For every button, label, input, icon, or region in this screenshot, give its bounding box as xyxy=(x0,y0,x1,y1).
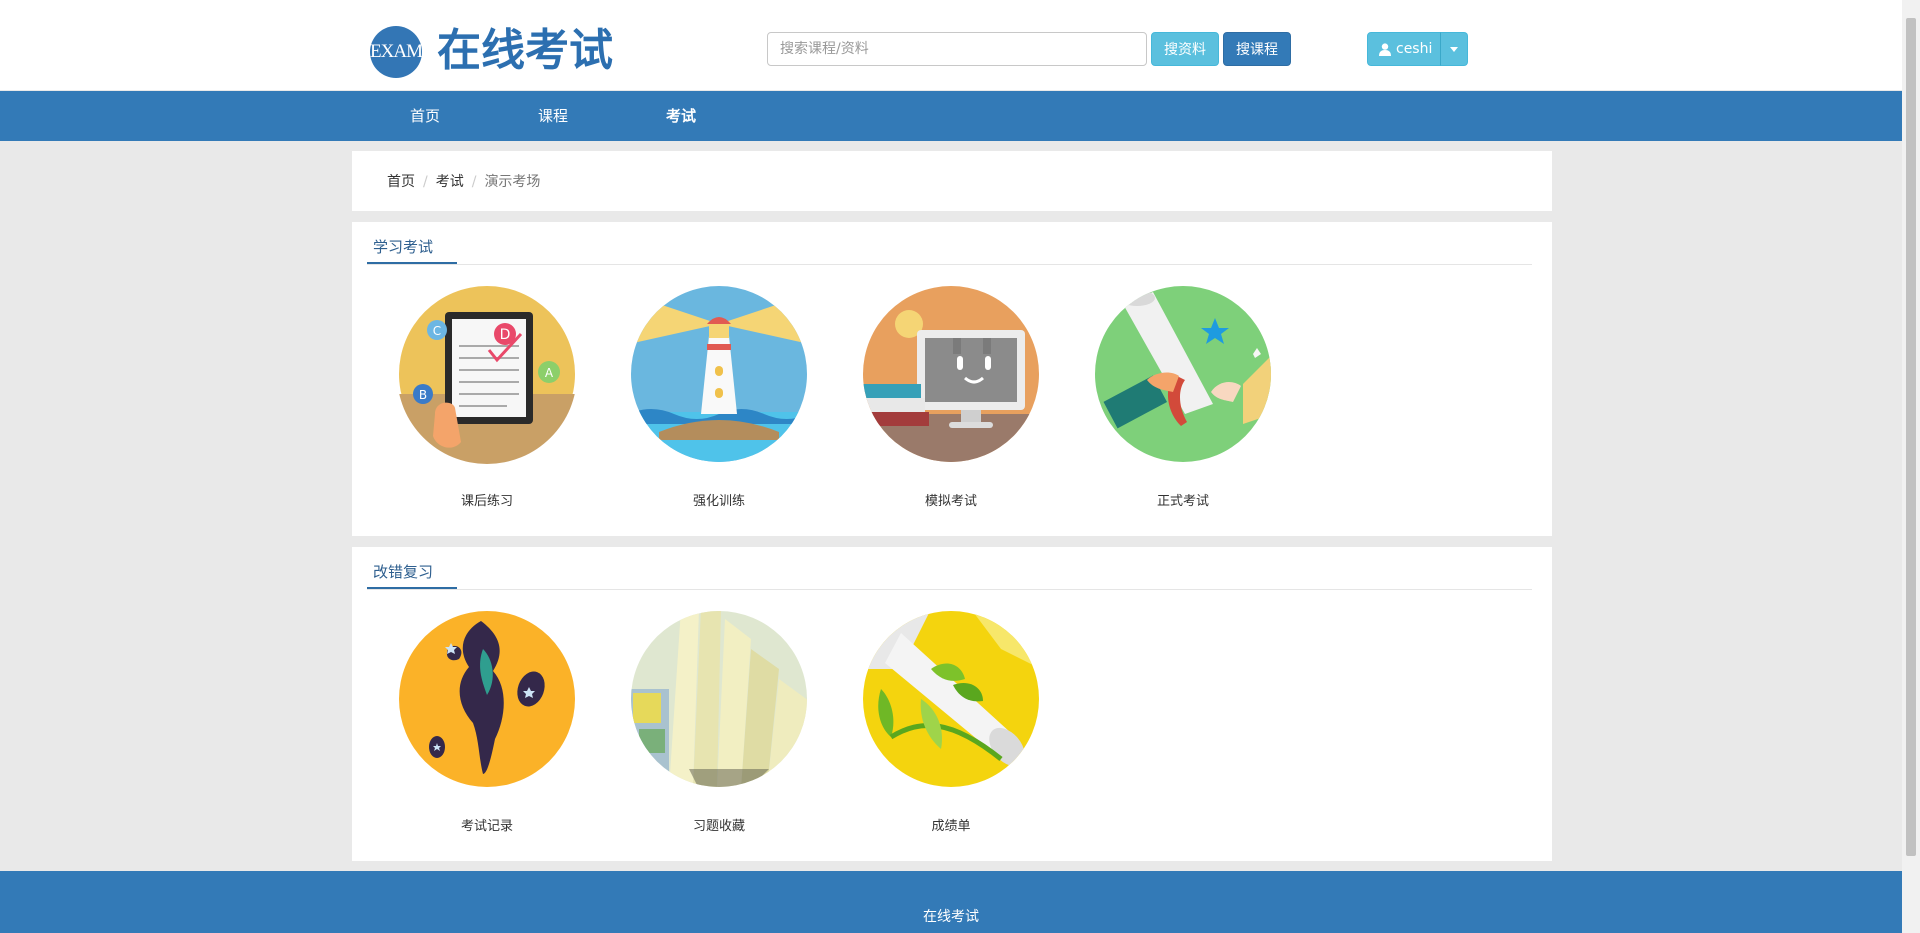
section-review: 改错复习 考试记录 习题收藏 成绩单 xyxy=(352,547,1552,861)
logo-icon[interactable]: EXAM xyxy=(370,26,423,78)
search-course-label: 搜课程 xyxy=(1236,42,1278,58)
card-label: 课后练习 xyxy=(460,494,513,509)
card-mock-exam[interactable]: 模拟考试 xyxy=(835,284,1067,509)
lighthouse-icon xyxy=(631,286,807,462)
breadcrumb: 首页 / 考试 / 演示考场 xyxy=(387,171,540,191)
breadcrumb-home[interactable]: 首页 xyxy=(387,174,415,190)
card-label: 习题收藏 xyxy=(692,819,745,834)
user-dropdown-toggle[interactable] xyxy=(1440,32,1468,66)
breadcrumb-panel: 首页 / 考试 / 演示考场 xyxy=(352,151,1552,211)
card-intensive-training[interactable]: 强化训练 xyxy=(603,284,835,509)
section-title: 改错复习 xyxy=(367,561,457,589)
search-input[interactable] xyxy=(767,32,1147,66)
ink-splash-icon xyxy=(399,611,575,787)
svg-text:C: C xyxy=(433,324,441,338)
nav-item-exam[interactable]: 考试 xyxy=(666,91,696,141)
card-label: 强化训练 xyxy=(692,494,745,509)
book-pages-icon xyxy=(631,611,807,787)
breadcrumb-current: 演示考场 xyxy=(484,174,541,190)
search-course-button[interactable]: 搜课程 xyxy=(1223,32,1291,66)
footer-text: 在线考试 xyxy=(923,909,979,925)
user-name: ceshi xyxy=(1396,41,1433,57)
search-material-button[interactable]: 搜资料 xyxy=(1151,32,1219,66)
user-menu-button[interactable]: ceshi xyxy=(1367,32,1441,66)
card-transcript[interactable]: 成绩单 xyxy=(835,609,1067,834)
card-after-class-practice[interactable]: D C A B 课后练习 xyxy=(371,284,603,509)
site-title[interactable]: 在线考试 xyxy=(437,24,613,78)
nav-item-home[interactable]: 首页 xyxy=(410,91,440,141)
svg-text:D: D xyxy=(500,327,511,343)
section-divider xyxy=(367,264,1532,265)
computer-smile-icon xyxy=(863,286,1039,462)
card-question-favorites[interactable]: 习题收藏 xyxy=(603,609,835,834)
card-formal-exam[interactable]: 正式考试 xyxy=(1067,284,1299,509)
card-label: 正式考试 xyxy=(1156,494,1209,509)
svg-text:B: B xyxy=(419,388,427,402)
vertical-scrollbar[interactable] xyxy=(1902,0,1920,933)
breadcrumb-exam[interactable]: 考试 xyxy=(436,174,464,190)
card-label: 模拟考试 xyxy=(924,494,977,509)
user-icon xyxy=(1379,42,1391,56)
exam-tablet-icon: D C A B xyxy=(399,286,575,464)
nav-item-courses[interactable]: 课程 xyxy=(538,91,568,141)
search-material-label: 搜资料 xyxy=(1164,42,1206,58)
svg-text:A: A xyxy=(545,366,554,380)
breadcrumb-separator: / xyxy=(471,174,477,190)
section-title: 学习考试 xyxy=(367,236,457,264)
header: EXAM 在线考试 搜资料 搜课程 ceshi xyxy=(0,0,1902,90)
card-label: 成绩单 xyxy=(931,819,971,834)
main-nav: 首页 课程 考试 xyxy=(0,91,1902,141)
card-exam-records[interactable]: 考试记录 xyxy=(371,609,603,834)
card-label: 考试记录 xyxy=(460,819,513,834)
footer: 在线考试 xyxy=(0,871,1902,933)
scroll-ribbon-icon xyxy=(863,611,1039,787)
diploma-icon xyxy=(1095,286,1271,462)
scrollbar-thumb[interactable] xyxy=(1906,18,1916,856)
section-divider xyxy=(367,589,1532,590)
caret-down-icon xyxy=(1450,46,1458,52)
breadcrumb-separator: / xyxy=(423,174,428,190)
section-study-exam: 学习考试 D C A B 课后练习 强化训练 模拟考试 正式考试 xyxy=(352,222,1552,536)
